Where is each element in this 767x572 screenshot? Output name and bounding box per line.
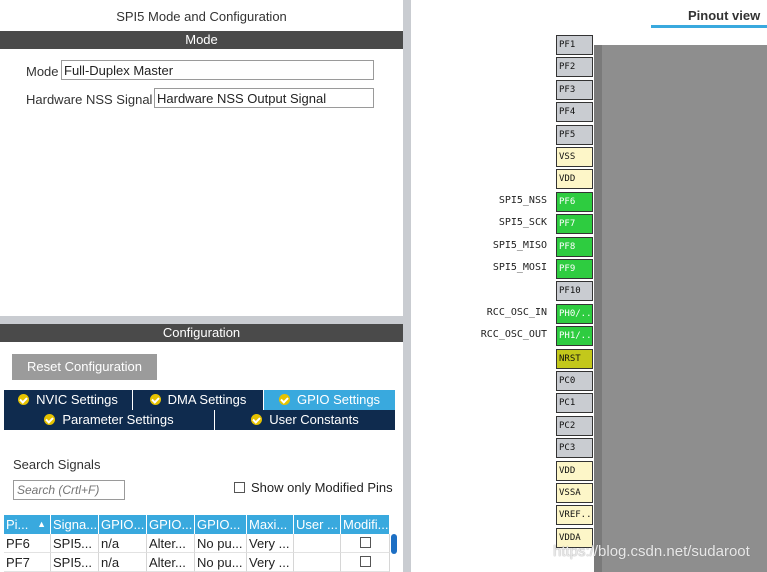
vertical-splitter[interactable] [403, 0, 411, 572]
show-modified-checkbox[interactable] [234, 482, 245, 493]
table-scrollbar[interactable] [391, 534, 397, 554]
table-cell-gpio-mode[interactable]: Alter... [147, 534, 195, 553]
table-cell-user-label[interactable] [294, 534, 341, 553]
column-header-modified[interactable]: Modifi... [341, 515, 390, 534]
tab-label: User Constants [269, 412, 359, 427]
sort-up-icon: ▲ [37, 519, 46, 529]
pin-pf7[interactable]: PF7 [556, 214, 593, 234]
pin-pf9[interactable]: PF9 [556, 259, 593, 279]
tab-user-constants[interactable]: User Constants [215, 410, 396, 430]
mode-section-header: Mode [0, 31, 403, 49]
active-tab-indicator [651, 25, 767, 28]
table-cell-pin[interactable]: PF6 [4, 534, 51, 553]
pin-pf2[interactable]: PF2 [556, 57, 593, 77]
column-header-user-label[interactable]: User ... [294, 515, 341, 534]
hardware-nss-label: Hardware NSS Signal [26, 92, 153, 107]
pin-pf5[interactable]: PF5 [556, 125, 593, 145]
tab-label: NVIC Settings [36, 392, 118, 407]
reset-configuration-button[interactable]: Reset Configuration [12, 354, 157, 380]
pin-pc1[interactable]: PC1 [556, 393, 593, 413]
pin-pc2[interactable]: PC2 [556, 416, 593, 436]
pin-pf1[interactable]: PF1 [556, 35, 593, 55]
tab-pinout-view[interactable]: Pinout view [688, 8, 760, 23]
table-cell-pin[interactable]: PF7 [4, 553, 51, 572]
column-header-gpio-output-level[interactable]: GPIO... [99, 515, 147, 534]
pin-ph1[interactable]: PH1/.. [556, 326, 593, 346]
tab-dma-settings[interactable]: DMA Settings [133, 390, 264, 410]
table-cell-gpio-output-level[interactable]: n/a [99, 553, 147, 572]
column-header-max-speed[interactable]: Maxi... [247, 515, 294, 534]
table-cell-gpio-output-level[interactable]: n/a [99, 534, 147, 553]
search-signals-input[interactable] [13, 480, 125, 500]
tab-label: Parameter Settings [62, 412, 174, 427]
chip-pin-strip [594, 45, 602, 572]
column-header-gpio-mode[interactable]: GPIO... [147, 515, 195, 534]
column-header-gpio-pull[interactable]: GPIO... [195, 515, 247, 534]
modified-checkbox[interactable] [360, 537, 371, 548]
pin-pf8[interactable]: PF8 [556, 237, 593, 257]
pin-signal-label: SPI5_MISO [492, 240, 547, 251]
check-circle-icon [251, 414, 263, 425]
tab-parameter-settings[interactable]: Parameter Settings [4, 410, 215, 430]
mode-label: Mode [26, 64, 59, 79]
tab-label: DMA Settings [167, 392, 247, 407]
pin-vdd[interactable]: VDD [556, 169, 593, 189]
table-cell-gpio-pull[interactable]: No pu... [195, 534, 247, 553]
pin-pf3[interactable]: PF3 [556, 80, 593, 100]
table-cell-max-speed[interactable]: Very ... [247, 534, 294, 553]
watermark: https://blog.csdn.net/sudaroot [553, 543, 750, 560]
pane-title: SPI5 Mode and Configuration [116, 9, 287, 24]
column-header-pin[interactable]: Pi... ▲ [4, 515, 51, 534]
table-cell-signal[interactable]: SPI5... [51, 553, 99, 572]
tab-nvic-settings[interactable]: NVIC Settings [4, 390, 133, 410]
chip-body [602, 45, 767, 572]
hardware-nss-select[interactable]: Hardware NSS Output Signal [154, 88, 374, 108]
check-circle-icon [18, 394, 30, 405]
configuration-section-header: Configuration [0, 324, 403, 342]
pin-pf6[interactable]: PF6 [556, 192, 593, 212]
pin-vssa[interactable]: VSSA [556, 483, 593, 503]
pin-vdd[interactable]: VDD [556, 461, 593, 481]
table-cell-gpio-mode[interactable]: Alter... [147, 553, 195, 572]
mode-select[interactable]: Full-Duplex Master [61, 60, 374, 80]
mode-config-pane: SPI5 Mode and Configuration Mode Mode Fu… [0, 0, 403, 572]
table-cell-user-label[interactable] [294, 553, 341, 572]
horizontal-splitter[interactable] [0, 316, 403, 324]
table-cell-modified [341, 534, 390, 553]
tab-label: GPIO Settings [296, 392, 381, 407]
column-header-signal[interactable]: Signa... [51, 515, 99, 534]
pin-signal-label: SPI5_MOSI [492, 262, 547, 273]
modified-checkbox[interactable] [360, 556, 371, 567]
table-cell-gpio-pull[interactable]: No pu... [195, 553, 247, 572]
pin-signal-label: RCC_OSC_IN [486, 307, 547, 318]
check-circle-icon [44, 414, 56, 425]
table-cell-signal[interactable]: SPI5... [51, 534, 99, 553]
pin-vref[interactable]: VREF... [556, 505, 593, 525]
table-cell-modified [341, 553, 390, 572]
tab-gpio-settings[interactable]: GPIO Settings [264, 390, 396, 410]
check-circle-icon [278, 394, 290, 405]
show-modified-label: Show only Modified Pins [251, 480, 393, 495]
pin-pc0[interactable]: PC0 [556, 371, 593, 391]
pin-pf4[interactable]: PF4 [556, 102, 593, 122]
check-circle-icon [149, 394, 161, 405]
pin-pc3[interactable]: PC3 [556, 438, 593, 458]
pin-pf10[interactable]: PF10 [556, 281, 593, 301]
search-signals-label: Search Signals [13, 457, 101, 472]
column-header-label: Pi... [6, 517, 29, 532]
pin-signal-label: SPI5_NSS [498, 195, 547, 206]
pin-nrst[interactable]: NRST [556, 349, 593, 369]
pin-ph0[interactable]: PH0/.. [556, 304, 593, 324]
pin-signal-label: SPI5_SCK [498, 217, 547, 228]
table-cell-max-speed[interactable]: Very ... [247, 553, 294, 572]
pin-signal-label: RCC_OSC_OUT [480, 329, 547, 340]
pin-vss[interactable]: VSS [556, 147, 593, 167]
